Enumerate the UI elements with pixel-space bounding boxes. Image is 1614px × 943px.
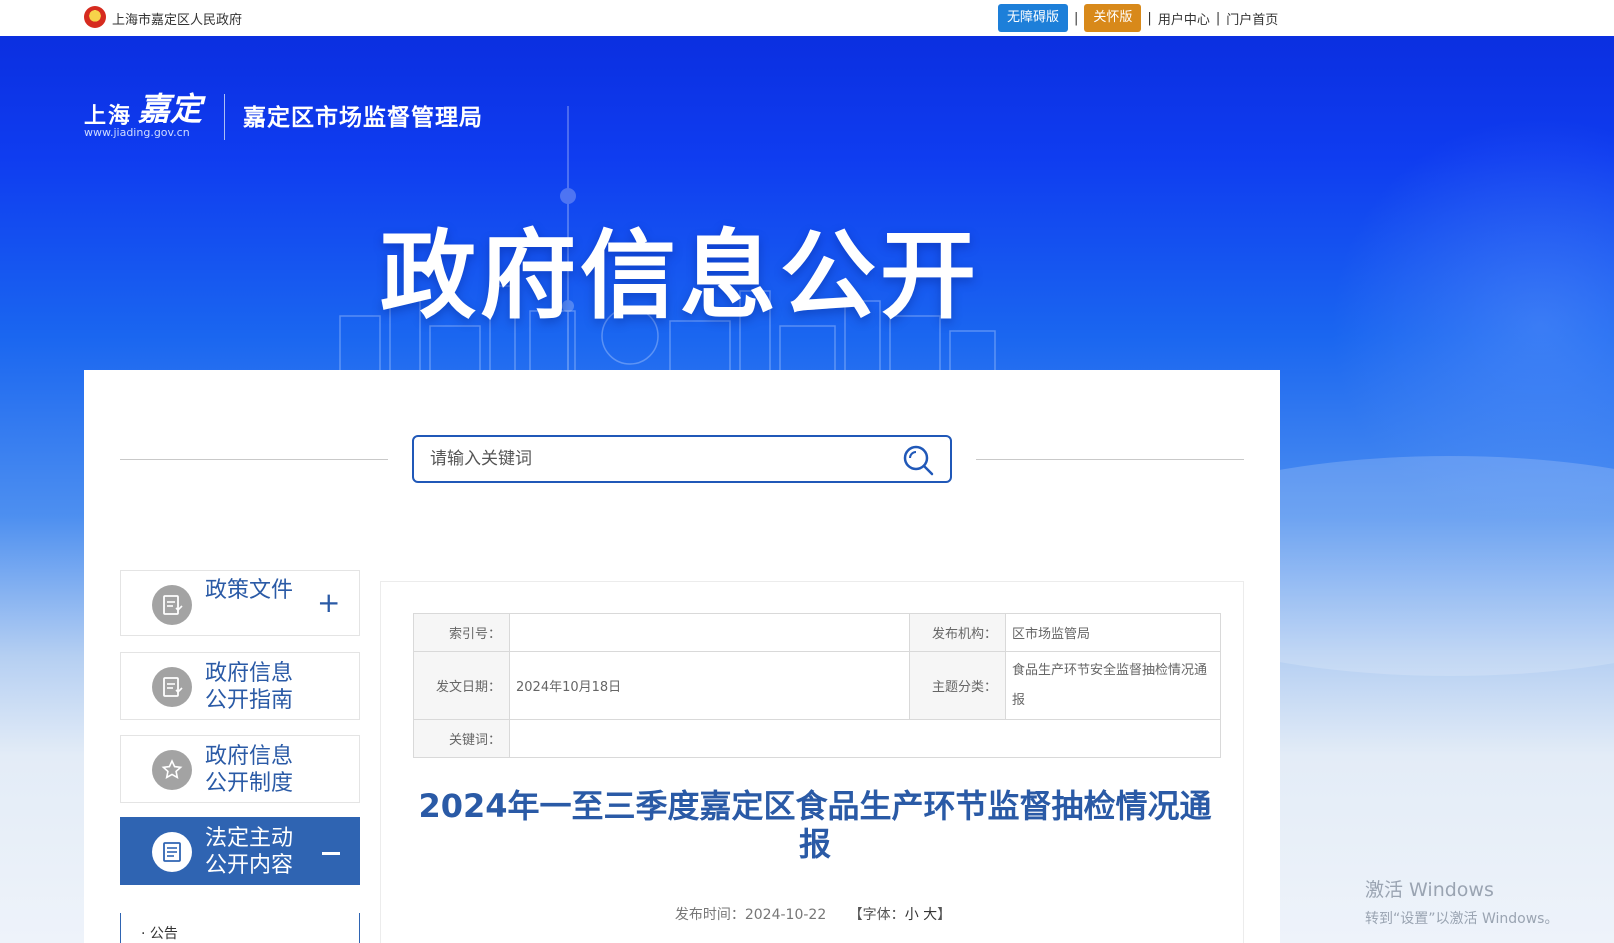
doc-date-label: 发文日期： xyxy=(413,651,510,720)
sidebar-item-label-line1: 法定主动 xyxy=(205,826,294,851)
publisher-value: 区市场监管局 xyxy=(1005,613,1221,652)
sidebar-item-disclosure-guide[interactable]: 政府信息 公开指南 xyxy=(120,652,360,720)
bureau-name: 嘉定区市场监督管理局 xyxy=(243,105,483,131)
document-icon xyxy=(152,585,192,625)
banner-title: 政府信息公开 xyxy=(380,220,980,332)
topic-value: 食品生产环节安全监督抽检情况通报 xyxy=(1005,651,1221,720)
separator: | xyxy=(1074,10,1079,26)
main-panel: 政策文件 + 政府信息 公开指南 政府信息 公开制度 法定主动 公开内容 · 公… xyxy=(84,370,1280,943)
site-logo[interactable]: 上海 嘉定 www.jiading.gov.cn xyxy=(84,82,214,144)
keywords-value xyxy=(509,719,1221,758)
care-mode-button[interactable]: 关怀版 xyxy=(1084,4,1142,32)
divider-line xyxy=(976,459,1244,460)
sidebar-item-label: 政策文件 xyxy=(205,578,294,603)
font-large-button[interactable]: 大 xyxy=(923,907,937,923)
list-doc-icon xyxy=(152,832,192,872)
windows-activation-watermark: 激活 Windows 转到“设置”以激活 Windows。 xyxy=(1365,875,1558,928)
portal-home-link[interactable]: 门户首页 xyxy=(1226,9,1278,28)
publisher-label: 发布机构： xyxy=(909,613,1006,652)
accessibility-button[interactable]: 无障碍版 xyxy=(998,4,1069,32)
sidebar-item-policy-docs[interactable]: 政策文件 + xyxy=(120,570,360,636)
sidebar-item-disclosure-system[interactable]: 政府信息 公开制度 xyxy=(120,735,360,803)
top-bar: 上海市嘉定区人民政府 无障碍版 | 关怀版 | 用户中心 | 门户首页 xyxy=(0,0,1614,36)
watermark-line2: 转到“设置”以激活 Windows。 xyxy=(1365,911,1559,927)
sidebar-item-label-line1: 政府信息 xyxy=(205,744,294,769)
font-size-control: 【字体：小 大】 xyxy=(849,907,951,923)
article-card: 索引号： 发布机构： 区市场监管局 发文日期： 2024年10月18日 主题分类… xyxy=(380,581,1244,943)
sidebar-item-statutory-content[interactable]: 法定主动 公开内容 xyxy=(120,817,360,885)
publish-info: 发布时间：2024-10-22 【字体：小 大】 xyxy=(381,904,1245,924)
gov-name-link[interactable]: 上海市嘉定区人民政府 xyxy=(112,9,242,28)
search-icon[interactable] xyxy=(902,444,934,476)
divider-line xyxy=(120,459,388,460)
metadata-table: 索引号： 发布机构： 区市场监管局 发文日期： 2024年10月18日 主题分类… xyxy=(413,613,1221,758)
article-title: 2024年一至三季度嘉定区食品生产环节监督抽检情况通报 xyxy=(418,787,1212,863)
separator: | xyxy=(1147,10,1152,26)
separator: | xyxy=(1215,10,1221,26)
index-no-value xyxy=(509,613,910,652)
logo-calligraphy: 嘉定 xyxy=(138,90,203,128)
sidebar-item-label-line2: 公开制度 xyxy=(205,771,294,796)
logo-domain: www.jiading.gov.cn xyxy=(84,126,190,139)
watermark-line1: 激活 Windows xyxy=(1365,879,1494,901)
sidebar-submenu: · 公告 xyxy=(120,913,360,943)
font-size-label: 【字体： xyxy=(848,907,905,923)
index-no-label: 索引号： xyxy=(413,613,510,652)
star-shield-icon xyxy=(152,750,192,790)
font-size-close: 】 xyxy=(937,907,952,923)
top-links: 无障碍版 | 关怀版 | 用户中心 | 门户首页 xyxy=(998,3,1278,33)
topic-label: 主题分类： xyxy=(909,651,1006,720)
submenu-item-announcement[interactable]: · 公告 xyxy=(141,923,178,943)
search-input[interactable] xyxy=(430,437,890,481)
search-box xyxy=(412,435,952,483)
sidebar-item-label-line1: 政府信息 xyxy=(205,661,294,686)
logo-divider xyxy=(224,94,225,140)
document-icon xyxy=(152,667,192,707)
expand-icon[interactable]: + xyxy=(317,589,340,617)
doc-date-value: 2024年10月18日 xyxy=(509,651,910,720)
keywords-label: 关键词： xyxy=(413,719,510,758)
publish-time: 发布时间：2024-10-22 xyxy=(674,907,827,923)
sidebar-item-label-line2: 公开指南 xyxy=(205,688,294,713)
national-emblem-icon xyxy=(84,6,106,28)
sidebar-item-label-line2: 公开内容 xyxy=(205,853,294,878)
user-center-link[interactable]: 用户中心 xyxy=(1158,9,1210,28)
collapse-icon[interactable] xyxy=(322,852,340,855)
font-small-button[interactable]: 小 xyxy=(905,907,919,923)
